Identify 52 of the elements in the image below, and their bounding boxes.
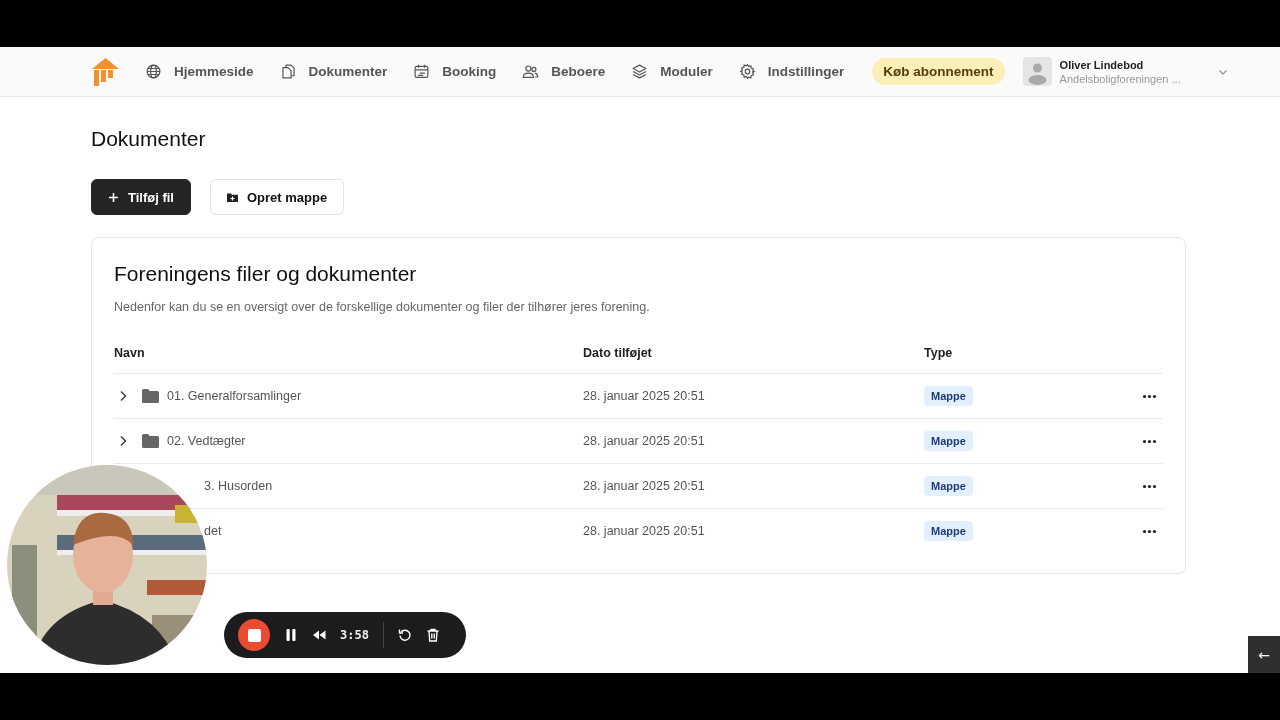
card-description: Nedenfor kan du se en oversigt over de forskellige dokumenter og filer der tilhører jeres forening. xyxy=(114,300,651,314)
file-name[interactable]: det xyxy=(204,524,222,538)
column-header: Dato tilføjet xyxy=(583,346,652,360)
trash-icon[interactable] xyxy=(425,628,440,642)
type-tag: Mappe xyxy=(924,386,973,406)
card-title: Foreningens filer og dokumenter xyxy=(114,262,418,286)
calendar-icon xyxy=(413,63,431,80)
rewind-icon[interactable] xyxy=(312,628,326,642)
globe-icon xyxy=(145,63,162,80)
recording-time: 3:58 xyxy=(340,628,369,642)
file-name[interactable]: 02. Vedtægter xyxy=(167,434,246,448)
nav-link[interactable]: Hjemmeside xyxy=(145,63,254,80)
type-tag: Mappe xyxy=(924,431,973,451)
nav-link[interactable]: Dokumenter xyxy=(279,63,388,80)
date-cell: 28. januar 2025 20:51 xyxy=(583,524,705,538)
date-cell: 28. januar 2025 20:51 xyxy=(583,389,705,403)
nav-link[interactable]: Booking xyxy=(413,63,497,80)
more-icon[interactable] xyxy=(1142,438,1157,444)
layers-icon xyxy=(631,63,649,80)
back-button[interactable]: ← xyxy=(1248,636,1280,673)
folder-plus-icon xyxy=(227,191,238,203)
organization-name: Andelsboligforeningen ... xyxy=(1059,72,1182,85)
date-cell: 28. januar 2025 20:51 xyxy=(583,434,705,448)
users-icon xyxy=(522,63,540,80)
restart-icon[interactable] xyxy=(397,628,412,642)
file-name[interactable]: 3. Husorden xyxy=(204,479,273,493)
folder-icon xyxy=(142,389,159,403)
subscribe-button[interactable]: Køb abonnement xyxy=(872,58,1005,85)
chevron-right-icon[interactable] xyxy=(118,390,128,402)
column-header: Navn xyxy=(114,346,145,360)
type-tag: Mappe xyxy=(924,521,973,541)
page-title: Dokumenter xyxy=(91,127,207,151)
nav-link[interactable]: Indstillinger xyxy=(738,63,845,80)
user-name: Oliver Lindebod xyxy=(1059,58,1145,71)
stop-button[interactable] xyxy=(238,619,270,651)
nav-link[interactable]: Beboere xyxy=(522,63,606,80)
pause-icon[interactable] xyxy=(284,628,298,642)
file-name[interactable]: 01. Generalforsamlinger xyxy=(167,389,302,403)
column-header: Type xyxy=(924,346,953,360)
settings-icon xyxy=(738,63,756,80)
more-icon[interactable] xyxy=(1142,528,1157,534)
nav-link[interactable]: Moduler xyxy=(631,63,713,80)
type-tag: Mappe xyxy=(924,476,973,496)
folder-icon xyxy=(142,434,159,448)
plus-icon xyxy=(108,191,119,203)
date-cell: 28. januar 2025 20:51 xyxy=(583,479,705,493)
create-folder-button[interactable]: Opret mappe xyxy=(210,179,345,215)
more-icon[interactable] xyxy=(1142,483,1157,489)
add-file-button[interactable]: Tilføj fil xyxy=(91,179,191,215)
documents-icon xyxy=(279,63,297,80)
more-icon[interactable] xyxy=(1142,393,1157,399)
chevron-right-icon[interactable] xyxy=(118,435,128,447)
